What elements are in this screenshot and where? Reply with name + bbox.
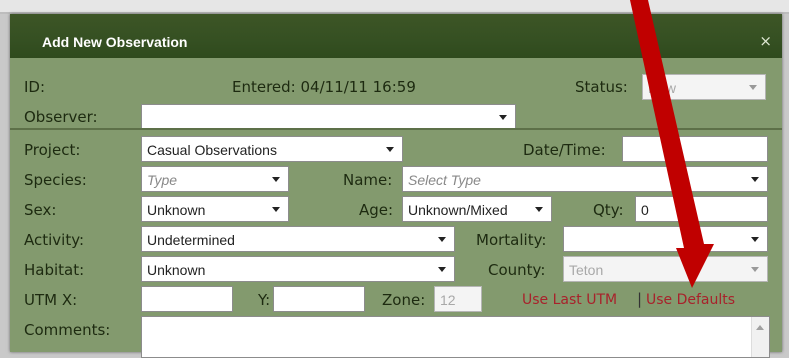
name-label: Name: xyxy=(343,171,393,189)
chevron-down-icon xyxy=(499,115,507,120)
entered-timestamp: Entered: 04/11/11 16:59 xyxy=(232,78,416,96)
chevron-down-icon xyxy=(749,85,757,90)
comments-label: Comments: xyxy=(24,321,111,339)
project-label: Project: xyxy=(24,141,81,159)
chevron-down-icon xyxy=(272,207,280,212)
chevron-down-icon xyxy=(751,177,759,182)
county-label: County: xyxy=(488,261,546,279)
activity-label: Activity: xyxy=(24,231,85,249)
chevron-down-icon xyxy=(751,267,759,272)
comments-scrollbar[interactable] xyxy=(751,317,769,357)
scroll-up-icon[interactable] xyxy=(756,325,764,330)
qty-label: Qty: xyxy=(593,201,624,219)
zone-input[interactable]: 12 xyxy=(434,286,482,312)
mortality-label: Mortality: xyxy=(476,231,547,249)
chevron-down-icon xyxy=(386,147,394,152)
habitat-select[interactable]: Unknown xyxy=(141,256,455,282)
close-icon[interactable]: × xyxy=(759,32,772,50)
species-label: Species: xyxy=(24,171,87,189)
use-defaults-link[interactable]: Use Defaults xyxy=(646,292,735,308)
datetime-input[interactable] xyxy=(622,136,768,162)
dialog-title: Add New Observation xyxy=(42,34,188,50)
sex-select[interactable]: Unknown xyxy=(141,196,289,222)
chevron-down-icon xyxy=(272,177,280,182)
form-panel: ID: Entered: 04/11/11 16:59 Status: New … xyxy=(10,58,782,358)
chevron-down-icon xyxy=(438,237,446,242)
status-select[interactable]: New xyxy=(642,74,766,100)
utm-x-label: UTM X: xyxy=(24,291,78,309)
add-observation-dialog: Add New Observation × ID: Entered: 04/11… xyxy=(10,14,782,358)
sex-label: Sex: xyxy=(24,201,57,219)
chevron-down-icon xyxy=(751,237,759,242)
use-last-utm-link[interactable]: Use Last UTM xyxy=(522,292,617,308)
chevron-down-icon xyxy=(438,267,446,272)
species-type-select[interactable]: Type xyxy=(141,166,289,192)
county-select[interactable]: Teton xyxy=(563,256,768,282)
utm-y-input[interactable] xyxy=(273,286,365,312)
utm-y-label: Y: xyxy=(258,291,271,309)
observer-select[interactable] xyxy=(141,104,516,130)
project-select[interactable]: Casual Observations xyxy=(141,136,403,162)
section-divider xyxy=(10,128,782,130)
habitat-label: Habitat: xyxy=(24,261,85,279)
chevron-down-icon xyxy=(535,207,543,212)
age-label: Age: xyxy=(359,201,394,219)
status-label: Status: xyxy=(575,78,628,96)
age-select[interactable]: Unknown/Mixed xyxy=(402,196,552,222)
datetime-label: Date/Time: xyxy=(523,141,606,159)
background-window-edge xyxy=(0,0,789,14)
mortality-select[interactable] xyxy=(563,226,768,252)
link-separator: | xyxy=(637,290,643,308)
qty-input[interactable]: 0 xyxy=(635,196,768,222)
observer-label: Observer: xyxy=(24,108,98,126)
id-label: ID: xyxy=(24,78,46,96)
species-name-select[interactable]: Select Type xyxy=(402,166,768,192)
utm-x-input[interactable] xyxy=(141,286,233,312)
zone-label: Zone: xyxy=(382,291,426,309)
activity-select[interactable]: Undetermined xyxy=(141,226,455,252)
